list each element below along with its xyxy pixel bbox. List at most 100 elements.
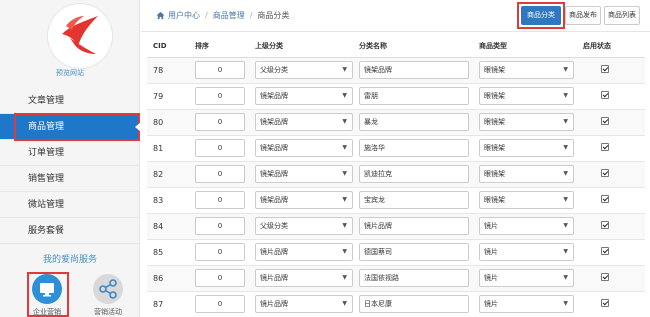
category-name-input[interactable]: 镜架品牌 [359,61,469,79]
product-type-value: 眼镜架 [484,196,505,204]
sidebar-item-products[interactable]: 商品管理 [0,113,141,141]
category-name-input[interactable]: 暴龙 [359,113,469,131]
dropdown-arrow-icon: ▼ [563,92,568,99]
category-name-input[interactable]: 法国依视路 [359,269,469,287]
category-name-input[interactable]: 施洛华 [359,139,469,157]
name-cell: 雷朋 [353,82,473,109]
product-type-select[interactable]: 镜片 ▼ [479,295,574,314]
product-type-select[interactable]: 镜片 ▼ [479,217,574,235]
sort-cell: 0 [189,82,249,109]
parent-category-select[interactable]: 父级分类 ▼ [255,217,353,235]
cid-cell: 79 [147,82,189,109]
product-type-select[interactable]: 眼镜架 ▼ [479,139,574,157]
cid-value: 85 [153,247,164,257]
preview-site-link[interactable]: 预览网站 [0,68,140,78]
site-logo[interactable] [48,4,112,68]
parent-category-select[interactable]: 镜架品牌 ▼ [255,87,353,105]
parent-category-select[interactable]: 父级分类 ▼ [255,61,353,79]
sort-cell: 0 [189,108,249,135]
sort-input[interactable]: 0 [195,139,245,157]
service-campaign-button[interactable]: 营销活动 [88,272,128,317]
sidebar-item-microsite[interactable]: 微站管理 [0,192,140,218]
parent-cell: 父级分类 ▼ [249,212,353,239]
cid-value: 80 [153,117,164,127]
sidebar-item-orders[interactable]: 订单管理 [0,140,140,166]
parent-category-select[interactable]: 镜片品牌 ▼ [255,295,353,314]
parent-category-select[interactable]: 镜架品牌 ▼ [255,165,353,183]
sidebar-item-articles[interactable]: 文章管理 [0,88,140,114]
category-name-input[interactable]: 凯迪拉克 [359,165,469,183]
sidebar-item-sales[interactable]: 销售管理 [0,166,140,192]
sidebar-item-label: 服务套餐 [28,226,65,236]
publish-button[interactable]: 商品发布 [565,6,601,25]
sort-input[interactable]: 0 [195,217,245,235]
product-type-select[interactable]: 镜片 ▼ [479,269,574,287]
product-type-select[interactable]: 眼镜架 ▼ [479,113,574,131]
product-type-select[interactable]: 眼镜架 ▼ [479,87,574,105]
product-type-select[interactable]: 镜片 ▼ [479,243,574,261]
sort-input[interactable]: 0 [195,191,245,209]
product-type-select[interactable]: 眼镜架 ▼ [479,61,574,79]
enabled-checkbox[interactable] [601,247,609,255]
parent-category-value: 镜架品牌 [260,170,288,178]
enabled-checkbox[interactable] [601,195,609,203]
cid-value: 78 [153,65,164,75]
sidebar-item-packages[interactable]: 服务套餐 [0,218,140,244]
sort-input[interactable]: 0 [195,165,245,183]
name-cell: 日本尼康 [353,290,473,317]
parent-cell: 镜架品牌 ▼ [249,134,353,161]
logo-icon [62,16,98,54]
product-list-button[interactable]: 商品列表 [604,6,640,25]
parent-category-select[interactable]: 镜架品牌 ▼ [255,191,353,209]
parent-category-select[interactable]: 镜架品牌 ▼ [255,113,353,131]
enabled-cell [577,56,645,83]
type-cell: 眼镜架 ▼ [473,108,577,135]
parent-cell: 镜片品牌 ▼ [249,238,353,265]
enabled-checkbox[interactable] [601,299,609,308]
enabled-checkbox[interactable] [601,65,609,73]
app-root: 预览网站 文章管理 商品管理 订单管理 销售管理 微站管理 服务套餐 我的爱尚服… [0,0,650,317]
service-marketing-button[interactable]: 企业营销 [27,272,69,317]
parent-category-select[interactable]: 镜片品牌 ▼ [255,269,353,287]
product-type-select[interactable]: 眼镜架 ▼ [479,165,574,183]
sort-input[interactable]: 0 [195,269,245,287]
table-row: 86 0 镜片品牌 ▼ 法国依视路 镜片 ▼ [147,264,645,291]
sort-input[interactable]: 0 [195,295,245,314]
enabled-checkbox[interactable] [601,273,609,281]
sort-input[interactable]: 0 [195,113,245,131]
category-name-input[interactable]: 镜片品牌 [359,217,469,235]
category-button[interactable]: 商品分类 [521,6,561,25]
dropdown-arrow-icon: ▼ [563,144,568,151]
enabled-cell [577,290,645,317]
breadcrumb-home-link[interactable]: 用户中心 [168,10,200,21]
category-name-input[interactable]: 雷朋 [359,87,469,105]
product-type-value: 镜片 [484,300,498,309]
enabled-checkbox[interactable] [601,143,609,151]
cid-cell: 78 [147,56,189,83]
parent-category-select[interactable]: 镜片品牌 ▼ [255,243,353,261]
product-type-value: 眼镜架 [484,92,505,100]
parent-category-select[interactable]: 镜架品牌 ▼ [255,139,353,157]
sort-input[interactable]: 0 [195,243,245,261]
sort-input[interactable]: 0 [195,61,245,79]
sidebar-item-label: 微站管理 [28,200,65,210]
column-header-name: 分类名称 [353,36,473,58]
parent-cell: 镜架品牌 ▼ [249,186,353,213]
type-cell: 镜片 ▼ [473,264,577,291]
enabled-checkbox[interactable] [601,169,609,177]
sort-input[interactable]: 0 [195,87,245,105]
product-type-select[interactable]: 眼镜架 ▼ [479,191,574,209]
enabled-checkbox[interactable] [601,117,609,125]
dropdown-arrow-icon: ▼ [342,92,347,99]
breadcrumb-section-link[interactable]: 商品管理 [213,10,245,21]
type-cell: 眼镜架 ▼ [473,134,577,161]
category-name-input[interactable]: 日本尼康 [359,295,469,314]
table-row: 85 0 镜片品牌 ▼ 德国蔡司 镜片 ▼ [147,238,645,265]
enabled-checkbox[interactable] [601,91,609,99]
breadcrumb: 用户中心 / 商品管理 / 商品分类 [156,10,289,21]
category-name-input[interactable]: 德国蔡司 [359,243,469,261]
dropdown-arrow-icon: ▼ [563,222,568,229]
type-cell: 镜片 ▼ [473,290,577,317]
enabled-checkbox[interactable] [601,221,609,229]
category-name-input[interactable]: 宝宾龙 [359,191,469,209]
